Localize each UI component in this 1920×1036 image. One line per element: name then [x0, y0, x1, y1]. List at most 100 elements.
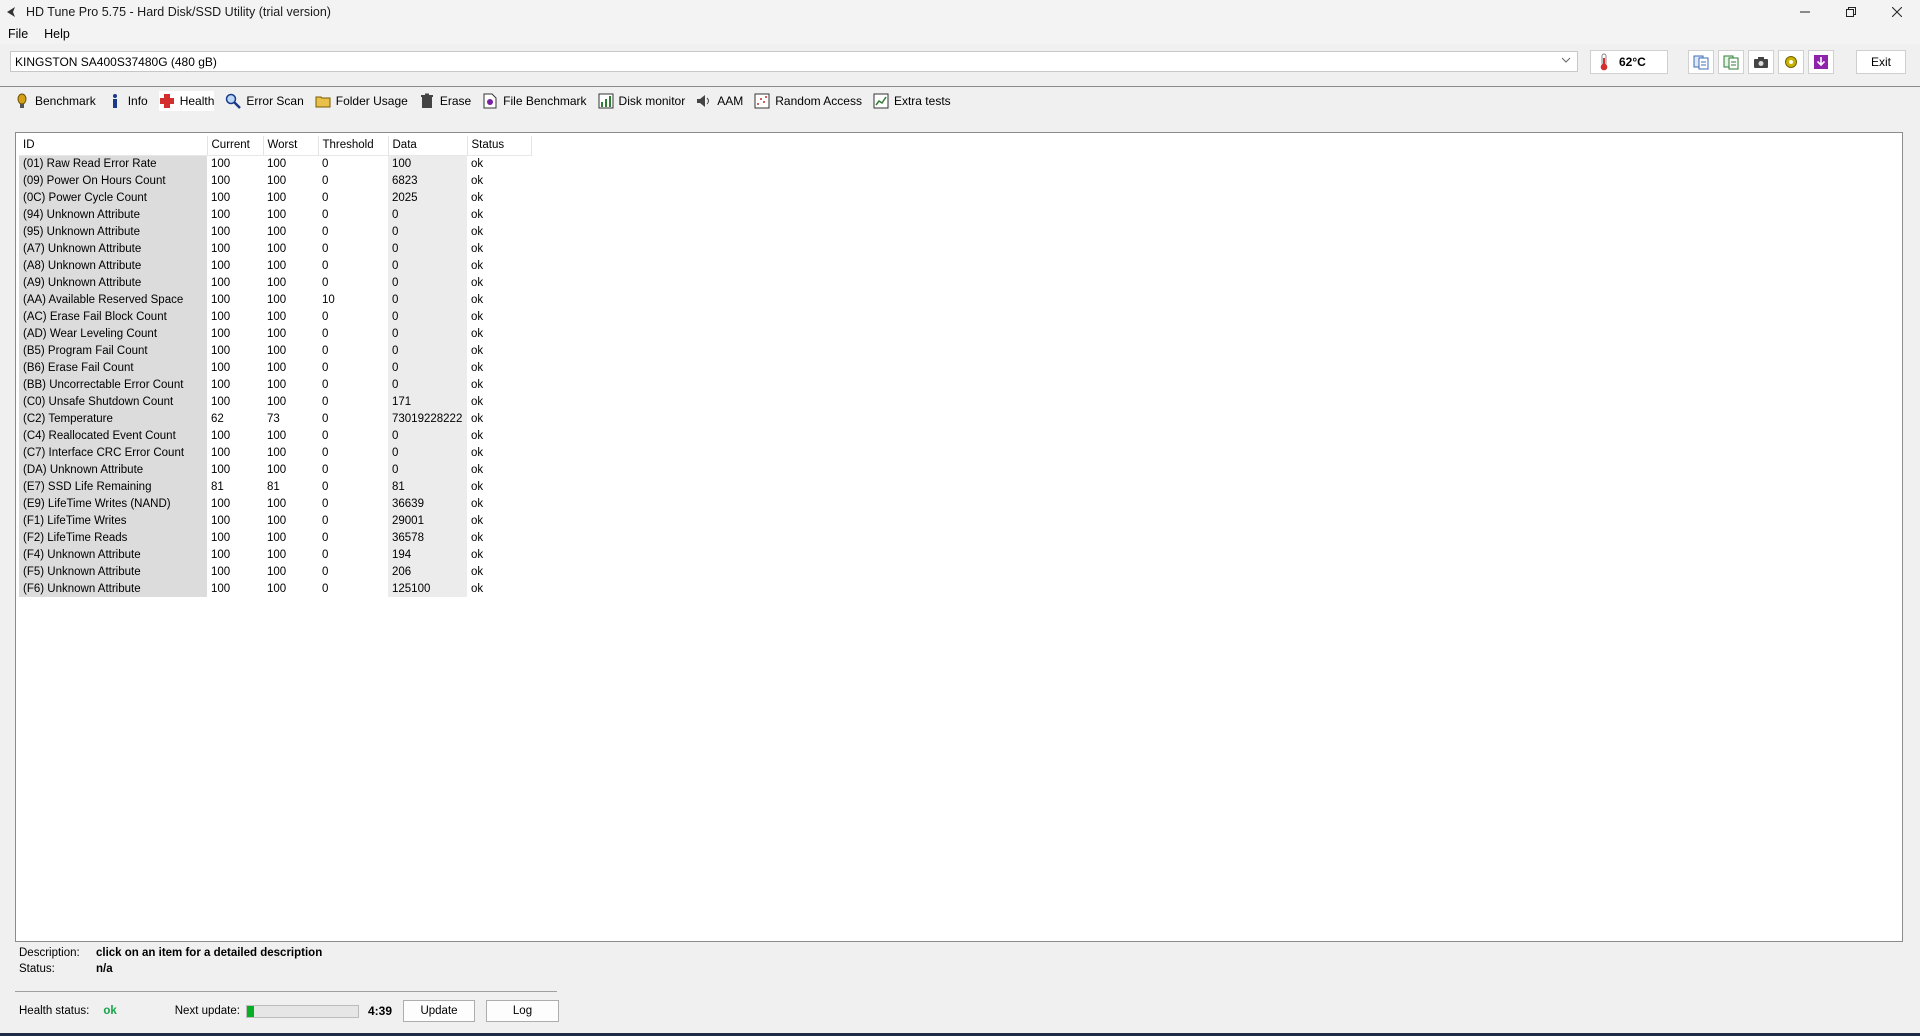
exit-button[interactable]: Exit	[1856, 50, 1906, 74]
table-row[interactable]: (F4) Unknown Attribute 100 100 0 194 ok	[19, 546, 531, 563]
options-gear-icon[interactable]	[1778, 50, 1804, 74]
status-label: Status:	[19, 963, 55, 975]
cell-id: (AD) Wear Leveling Count	[19, 325, 207, 342]
table-row[interactable]: (09) Power On Hours Count 100 100 0 6823 ok	[19, 172, 531, 189]
cell-threshold: 0	[322, 446, 329, 459]
log-button[interactable]: Log	[486, 1000, 559, 1022]
table-row[interactable]: (A7) Unknown Attribute 100 100 0 0 ok	[19, 240, 531, 257]
cell-id: (E9) LifeTime Writes (NAND)	[19, 495, 207, 512]
tab-benchmark-label: Benchmark	[35, 94, 96, 108]
column-header-threshold[interactable]: Threshold	[318, 136, 389, 156]
cell-id: (C0) Unsafe Shutdown Count	[19, 393, 207, 410]
cell-threshold: 0	[322, 531, 329, 544]
cell-current: 100	[211, 361, 231, 374]
cell-id: (C7) Interface CRC Error Count	[19, 444, 207, 461]
copy-text-icon[interactable]	[1718, 50, 1744, 74]
table-row[interactable]: (F6) Unknown Attribute 100 100 0 125100 ok	[19, 580, 531, 597]
table-row[interactable]: (01) Raw Read Error Rate 100 100 0 100 ok	[19, 155, 531, 172]
table-row[interactable]: (B5) Program Fail Count 100 100 0 0 ok	[19, 342, 531, 359]
cell-current: 100	[211, 463, 231, 476]
table-row[interactable]: (94) Unknown Attribute 100 100 0 0 ok	[19, 206, 531, 223]
table-row[interactable]: (C7) Interface CRC Error Count 100 100 0 0 ok	[19, 444, 531, 461]
table-row[interactable]: (AC) Erase Fail Block Count 100 100 0 0 ok	[19, 308, 531, 325]
cell-worst: 81	[267, 480, 280, 493]
cell-status: ok	[471, 446, 484, 459]
tab-erase-label: Erase	[439, 94, 472, 108]
table-row[interactable]: (AD) Wear Leveling Count 100 100 0 0 ok	[19, 325, 531, 342]
column-header-worst[interactable]: Worst	[263, 136, 319, 156]
health-status-value: ok	[103, 1005, 117, 1017]
minimize-icon[interactable]	[1782, 0, 1828, 24]
cell-worst: 100	[267, 446, 287, 459]
cell-threshold: 0	[322, 276, 329, 289]
save-download-icon[interactable]	[1808, 50, 1834, 74]
tab-erase[interactable]: Erase	[419, 91, 471, 111]
cell-data: 0	[388, 376, 467, 393]
cell-id: (A9) Unknown Attribute	[19, 274, 207, 291]
tab-folder-usage[interactable]: Folder Usage	[315, 91, 408, 111]
table-row[interactable]: (F5) Unknown Attribute 100 100 0 206 ok	[19, 563, 531, 580]
cell-status: ok	[471, 208, 484, 221]
cell-status: ok	[471, 548, 484, 561]
tab-health[interactable]: Health	[158, 91, 215, 111]
copy-info-icon[interactable]	[1688, 50, 1714, 74]
table-row[interactable]: (BB) Uncorrectable Error Count 100 100 0 0 ok	[19, 376, 531, 393]
table-row[interactable]: (A8) Unknown Attribute 100 100 0 0 ok	[19, 257, 531, 274]
cell-data: 36639	[388, 495, 467, 512]
cell-status: ok	[471, 157, 484, 170]
tab-extra-tests[interactable]: Extra tests	[873, 91, 951, 111]
tab-random-access[interactable]: Random Access	[754, 91, 862, 111]
cell-status: ok	[471, 395, 484, 408]
restore-icon[interactable]	[1828, 0, 1874, 24]
update-button[interactable]: Update	[403, 1000, 475, 1022]
cell-data: 81	[388, 478, 467, 495]
cell-current: 100	[211, 582, 231, 595]
cell-worst: 100	[267, 463, 287, 476]
screenshot-camera-icon[interactable]	[1748, 50, 1774, 74]
progress-fill	[246, 1005, 254, 1017]
cell-status: ok	[471, 514, 484, 527]
cell-current: 100	[211, 174, 231, 187]
table-row[interactable]: (F2) LifeTime Reads 100 100 0 36578 ok	[19, 529, 531, 546]
cell-current: 62	[211, 412, 224, 425]
table-row[interactable]: (C0) Unsafe Shutdown Count 100 100 0 171 ok	[19, 393, 531, 410]
tab-file-benchmark[interactable]: File Benchmark	[482, 91, 587, 111]
table-row[interactable]: (DA) Unknown Attribute 100 100 0 0 ok	[19, 461, 531, 478]
column-header-current[interactable]: Current	[207, 136, 264, 156]
cell-id: (95) Unknown Attribute	[19, 223, 207, 240]
table-row[interactable]: (B6) Erase Fail Count 100 100 0 0 ok	[19, 359, 531, 376]
table-row[interactable]: (E9) LifeTime Writes (NAND) 100 100 0 36639 o…	[19, 495, 531, 512]
cell-id: (F4) Unknown Attribute	[19, 546, 207, 563]
description-area: Description: click on an item for a deta…	[19, 945, 322, 977]
cell-worst: 100	[267, 327, 287, 340]
cell-threshold: 0	[322, 310, 329, 323]
tab-disk-monitor[interactable]: Disk monitor	[598, 91, 685, 111]
table-row[interactable]: (E7) SSD Life Remaining 81 81 0 81 ok	[19, 478, 531, 495]
cell-threshold: 0	[322, 225, 329, 238]
description-value: click on an item for a detailed descript…	[96, 947, 323, 959]
table-row[interactable]: (F1) LifeTime Writes 100 100 0 29001 ok	[19, 512, 531, 529]
table-row[interactable]: (AA) Available Reserved Space 100 100 10 0 ok	[19, 291, 531, 308]
cell-id: (AC) Erase Fail Block Count	[19, 308, 207, 325]
menu-help[interactable]: Help	[36, 27, 78, 41]
cell-threshold: 0	[322, 463, 329, 476]
tab-info[interactable]: Info	[107, 91, 148, 111]
tab-error-scan[interactable]: Error Scan	[225, 91, 304, 111]
table-row[interactable]: (0C) Power Cycle Count 100 100 0 2025 ok	[19, 189, 531, 206]
cell-threshold: 0	[322, 327, 329, 340]
column-header-id[interactable]: ID	[19, 136, 208, 156]
tab-aam[interactable]: AAM	[696, 91, 743, 111]
drive-selector[interactable]: KINGSTON SA400S37480G (480 gB)	[10, 51, 1578, 72]
column-header-status[interactable]: Status	[467, 136, 532, 156]
table-row[interactable]: (C2) Temperature 62 73 0 73019228222 ok	[19, 410, 531, 427]
menu-file[interactable]: File	[0, 27, 36, 41]
cell-threshold: 0	[322, 548, 329, 561]
column-header-data[interactable]: Data	[388, 136, 468, 156]
close-icon[interactable]	[1874, 0, 1920, 24]
table-row[interactable]: (C4) Reallocated Event Count 100 100 0 0 ok	[19, 427, 531, 444]
table-row[interactable]: (A9) Unknown Attribute 100 100 0 0 ok	[19, 274, 531, 291]
table-row[interactable]: (95) Unknown Attribute 100 100 0 0 ok	[19, 223, 531, 240]
cell-status: ok	[471, 412, 484, 425]
temperature-value: 62°C	[1619, 55, 1646, 69]
tab-benchmark[interactable]: Benchmark	[14, 91, 96, 111]
